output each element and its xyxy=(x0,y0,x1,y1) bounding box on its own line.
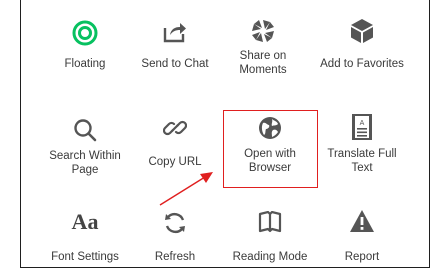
arrow-annotation xyxy=(159,172,213,206)
